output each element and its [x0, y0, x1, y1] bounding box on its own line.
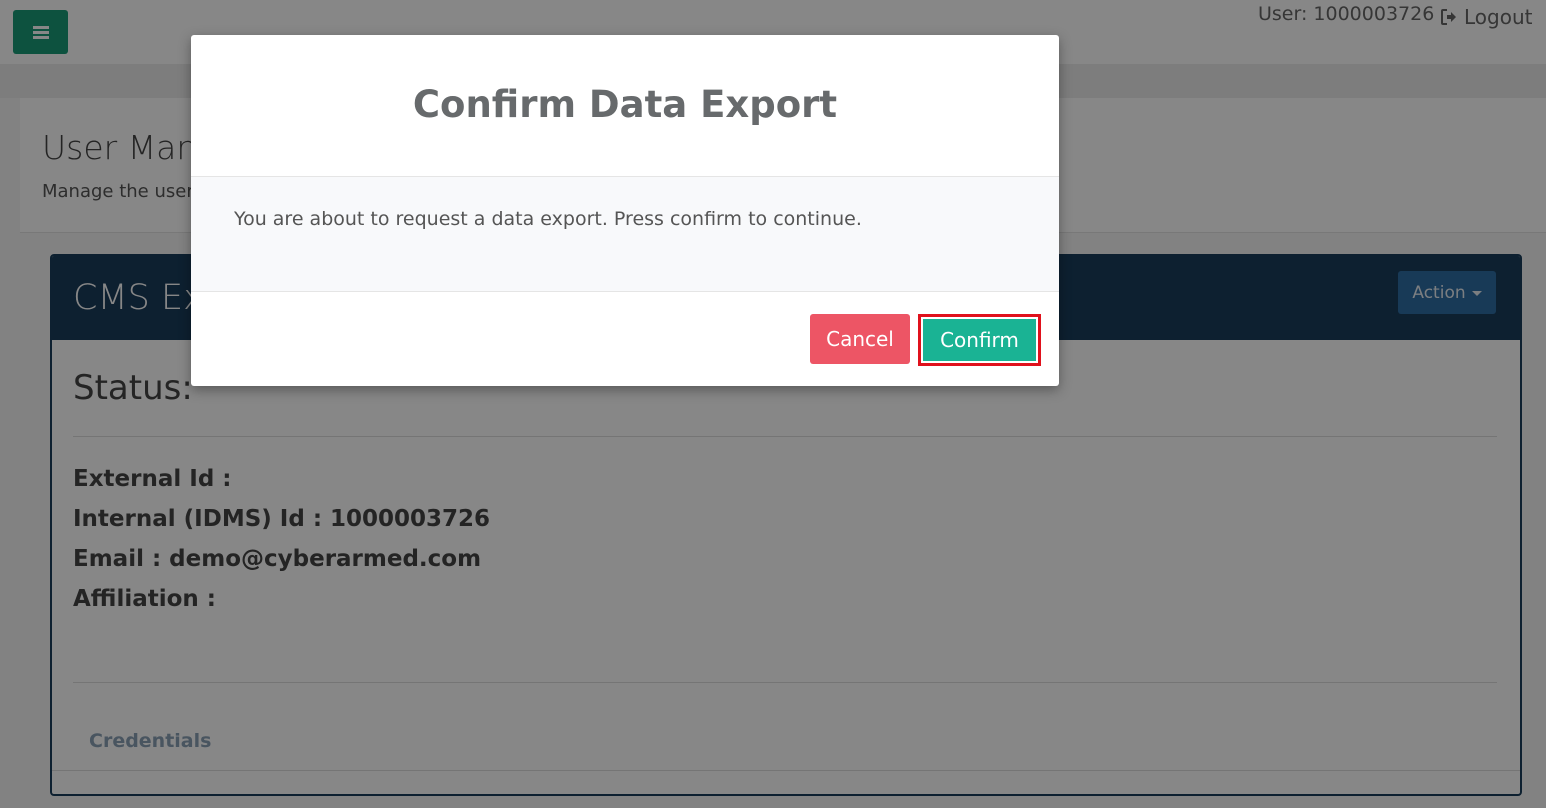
confirm-export-dialog: Confirm Data Export You are about to req… [191, 35, 1059, 386]
modal-body: You are about to request a data export. … [191, 177, 1059, 292]
cancel-button[interactable]: Cancel [810, 314, 910, 364]
modal-title: Confirm Data Export [412, 83, 838, 126]
confirm-button[interactable]: Confirm [923, 319, 1036, 361]
modal-message: You are about to request a data export. … [234, 208, 862, 230]
modal-header: Confirm Data Export [191, 35, 1059, 177]
confirm-button-highlight: Confirm [918, 314, 1041, 366]
